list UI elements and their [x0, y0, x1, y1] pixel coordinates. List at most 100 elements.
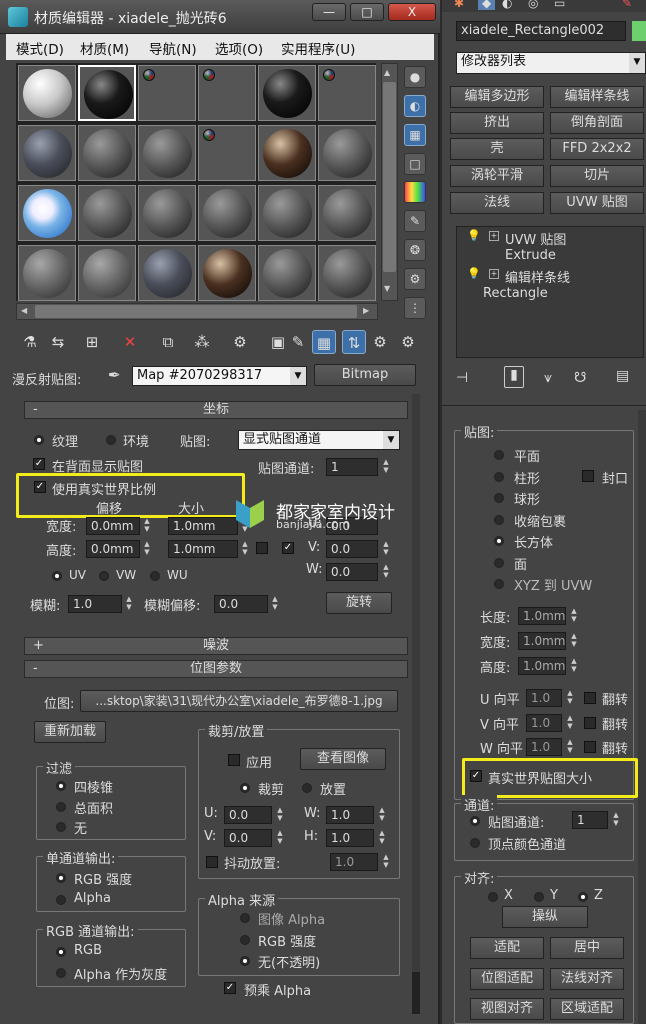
length-field[interactable]: 1.0mm — [518, 607, 566, 625]
bulb-icon[interactable]: 💡 — [467, 229, 481, 242]
v-flip-checkbox[interactable] — [584, 717, 596, 729]
cmd-scrollbar[interactable] — [638, 410, 646, 1024]
cylindrical-radio[interactable] — [494, 472, 504, 482]
ffd-button[interactable]: FFD 2x2x2 — [550, 138, 644, 160]
backlight-icon[interactable]: ◐ — [404, 95, 426, 117]
crop-v-field[interactable]: 0.0 — [224, 829, 272, 847]
sample-slot[interactable] — [258, 185, 316, 241]
align-y-radio[interactable] — [534, 892, 544, 902]
sample-slot[interactable] — [18, 245, 76, 301]
motion-tab-icon[interactable]: ◎ — [528, 0, 538, 10]
v-tile-field[interactable]: 1.0 — [526, 714, 562, 732]
scroll-down-icon[interactable]: ▼ — [384, 284, 390, 293]
apply-checkbox[interactable] — [228, 754, 240, 766]
w-angle-spinner[interactable]: ▲ ▼ — [380, 563, 392, 581]
crop-u-field[interactable]: 0.0 — [224, 806, 272, 824]
map-channel-spinner[interactable]: ▲ ▼ — [610, 811, 622, 829]
scroll-thumb-h[interactable] — [35, 305, 357, 318]
blur-offset-spinner[interactable]: ▲ ▼ — [269, 595, 281, 613]
center-button[interactable]: 居中 — [550, 937, 624, 959]
assign-to-selection-icon[interactable]: ⊞ — [80, 330, 104, 354]
crop-w-spinner[interactable]: ▲ ▼ — [376, 806, 388, 824]
premultiplied-alpha-checkbox[interactable]: ✓ — [224, 982, 236, 994]
u-tile-spinner[interactable]: ▲ ▼ — [564, 689, 576, 707]
menu-navigation[interactable]: 导航(N) — [149, 38, 197, 58]
modifier-list-dropdown[interactable]: 修改器列表 ▼ — [456, 52, 646, 74]
modify-tab-icon[interactable]: ◆ — [478, 0, 496, 10]
close-button[interactable]: X — [388, 3, 436, 21]
jitter-field[interactable]: 1.0 — [330, 853, 378, 871]
expand-icon[interactable]: + — [489, 231, 499, 241]
reset-map-icon[interactable]: ✕ — [118, 330, 142, 354]
sample-slot[interactable] — [78, 245, 136, 301]
sample-slot[interactable] — [138, 245, 196, 301]
w-tile-spinner[interactable]: ▲ ▼ — [564, 738, 576, 756]
scroll-thumb[interactable] — [383, 82, 396, 272]
menu-options[interactable]: 选项(O) — [215, 38, 263, 58]
edit-poly-button[interactable]: 编辑多边形 — [450, 86, 544, 108]
map-channel-field[interactable]: 1 — [326, 458, 378, 476]
tile-checkbox[interactable]: ✓ — [282, 542, 294, 554]
shrink-wrap-radio[interactable] — [494, 515, 504, 525]
reload-button[interactable]: 重新加载 — [34, 721, 106, 743]
crop-w-field[interactable]: 1.0 — [326, 806, 374, 824]
utilities-tab-icon[interactable]: ✎ — [622, 0, 632, 10]
view-image-button[interactable]: 查看图像 — [300, 748, 386, 770]
turbosmooth-button[interactable]: 涡轮平滑 — [450, 165, 544, 187]
blur-offset-field[interactable]: 0.0 — [214, 595, 268, 613]
stack-item-extrude[interactable]: Extrude — [457, 248, 643, 266]
hierarchy-tab-icon[interactable]: ◐ — [502, 0, 512, 10]
options-icon[interactable]: ❂ — [404, 239, 426, 261]
map-channel-radio[interactable] — [470, 816, 480, 826]
sample-slot[interactable] — [198, 125, 256, 181]
uvw-map-button[interactable]: UVW 贴图 — [550, 192, 644, 214]
w-tile-field[interactable]: 1.0 — [526, 738, 562, 756]
face-radio[interactable] — [494, 558, 504, 568]
video-color-check-icon[interactable] — [404, 181, 426, 203]
sample-slot[interactable] — [138, 185, 196, 241]
sample-slot[interactable] — [198, 185, 256, 241]
select-by-material-icon[interactable]: ⚙ — [404, 268, 426, 290]
mono-alpha-radio[interactable] — [56, 895, 66, 905]
u-flip-checkbox[interactable] — [584, 692, 596, 704]
environment-radio[interactable] — [106, 435, 116, 445]
height-spinner[interactable]: ▲ ▼ — [568, 657, 580, 675]
sample-slot[interactable] — [18, 125, 76, 181]
v-tile-spinner[interactable]: ▲ ▼ — [564, 714, 576, 732]
align-x-radio[interactable] — [488, 892, 498, 902]
menu-material[interactable]: 材质(M) — [80, 38, 129, 58]
params-scrollbar[interactable] — [412, 394, 420, 1014]
scroll-right-icon[interactable]: ▶ — [363, 306, 369, 315]
crop-radio[interactable] — [240, 783, 250, 793]
sample-slot[interactable] — [318, 245, 376, 301]
put-to-scene-icon[interactable]: ⇆ — [46, 330, 70, 354]
sample-slot[interactable] — [18, 65, 76, 121]
map-name-dropdown[interactable]: Map #2070298317 ▼ — [132, 366, 307, 386]
w-angle-field[interactable]: 0.0 — [326, 563, 378, 581]
width-offset-spinner[interactable]: ▲ ▼ — [141, 517, 153, 535]
sample-slot[interactable] — [78, 125, 136, 181]
minimize-button[interactable]: — — [312, 3, 346, 21]
rgb-radio[interactable] — [56, 947, 66, 957]
background-icon[interactable]: ▦ — [404, 124, 426, 146]
scroll-up-icon[interactable]: ▲ — [384, 68, 390, 77]
u-tile-field[interactable]: 1.0 — [526, 689, 562, 707]
view-align-button[interactable]: 视图对齐 — [470, 998, 544, 1020]
sample-slot[interactable] — [138, 65, 196, 121]
shell-button[interactable]: 壳 — [450, 138, 544, 160]
cap-checkbox[interactable] — [582, 470, 594, 482]
crop-u-spinner[interactable]: ▲ ▼ — [274, 806, 286, 824]
spherical-radio[interactable] — [494, 493, 504, 503]
width-size-field[interactable]: 1.0mm — [168, 517, 238, 535]
bevel-profile-button[interactable]: 倒角剖面 — [550, 112, 644, 134]
make-unique-icon[interactable]: ⧉ — [156, 330, 180, 354]
sample-slot[interactable] — [18, 185, 76, 241]
material-id-icon[interactable]: ⚙ — [228, 330, 252, 354]
put-to-library-icon[interactable]: ⁂ — [190, 330, 214, 354]
manipulate-button[interactable]: 操纵 — [502, 906, 588, 928]
length-spinner[interactable]: ▲ ▼ — [568, 607, 580, 625]
display-tab-icon[interactable]: ▭ — [554, 0, 565, 10]
sample-slot[interactable] — [78, 65, 136, 121]
slots-vertical-scrollbar[interactable]: ▲ ▼ — [381, 63, 398, 301]
height-size-spinner[interactable]: ▲ ▼ — [239, 540, 251, 558]
